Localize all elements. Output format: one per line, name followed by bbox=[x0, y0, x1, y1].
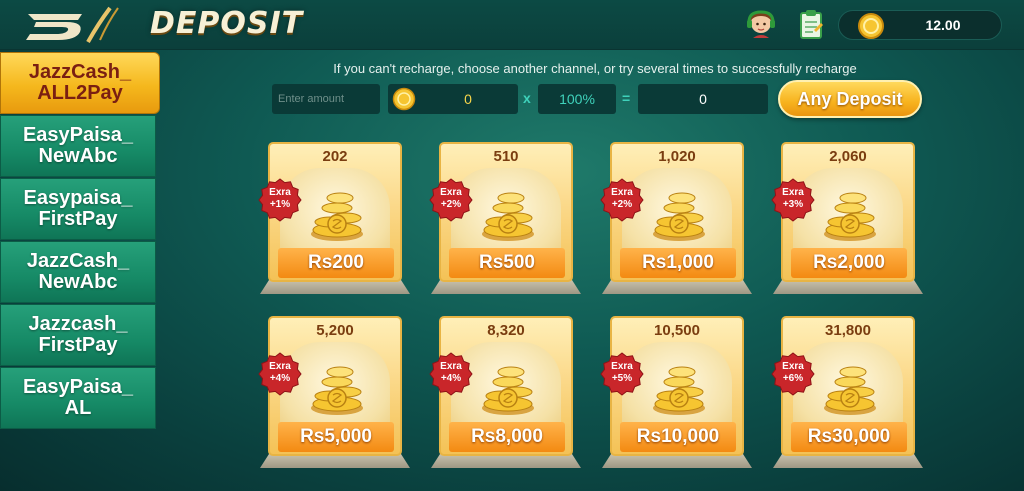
page-title: DEPOSIT bbox=[150, 6, 304, 41]
card-price-button[interactable]: Rs30,000 bbox=[791, 422, 907, 452]
card-coin-amount: 1,020 bbox=[658, 148, 696, 165]
card-pedestal bbox=[260, 280, 410, 294]
badge-extra-label: Exra bbox=[440, 361, 462, 372]
badge-extra-label: Exra bbox=[269, 187, 291, 198]
coin-pile-icon bbox=[482, 192, 534, 241]
deposit-card[interactable]: 10,500 Rs10,000 Exra +5% bbox=[600, 316, 752, 468]
card-pedestal bbox=[431, 280, 581, 294]
card-coin-amount: 202 bbox=[322, 148, 348, 165]
balance-amount: 12.00 bbox=[925, 17, 961, 33]
badge-bonus-percent: +4% bbox=[440, 373, 462, 384]
bonus-badge: Exra +5% bbox=[600, 361, 644, 385]
amount-input[interactable] bbox=[272, 84, 380, 114]
badge-bonus-percent: +1% bbox=[269, 199, 291, 210]
badge-bonus-percent: +6% bbox=[782, 373, 804, 384]
card-pedestal bbox=[773, 280, 923, 294]
badge-bonus-percent: +5% bbox=[611, 373, 633, 384]
badge-bonus-percent: +3% bbox=[782, 199, 804, 210]
card-coin-amount: 31,800 bbox=[825, 322, 871, 339]
multiply-sign: x bbox=[523, 90, 531, 106]
payment-channel-list: JazzCash_ ALL2Pay EasyPaisa_ NewAbc Easy… bbox=[0, 52, 160, 430]
sidebar-item-jazzcash-newabc[interactable]: JazzCash_ NewAbc bbox=[0, 241, 156, 303]
logo-icon[interactable] bbox=[22, 6, 142, 44]
bonus-badge: Exra +4% bbox=[429, 361, 473, 385]
card-coin-amount: 8,320 bbox=[487, 322, 525, 339]
card-pedestal bbox=[602, 280, 752, 294]
equals-sign: = bbox=[622, 90, 631, 106]
clipboard-icon[interactable] bbox=[795, 8, 827, 40]
card-price-button[interactable]: Rs500 bbox=[449, 248, 565, 278]
coin-value: 0 bbox=[464, 91, 472, 107]
bonus-badge: Exra +2% bbox=[429, 187, 473, 211]
deposit-card[interactable]: 202 Rs200 Exra +1% bbox=[258, 142, 410, 294]
card-coin-amount: 2,060 bbox=[829, 148, 867, 165]
coin-pile-icon bbox=[653, 192, 705, 241]
badge-extra-label: Exra bbox=[611, 361, 633, 372]
sidebar-item-easypaisa-firstpay[interactable]: Easypaisa_ FirstPay bbox=[0, 178, 156, 240]
deposit-card[interactable]: 1,020 Rs1,000 Exra +2% bbox=[600, 142, 752, 294]
coin-pile-icon bbox=[311, 192, 363, 241]
card-pedestal bbox=[773, 454, 923, 468]
total-value: 0 bbox=[638, 84, 768, 114]
sidebar-item-easypaisa-al[interactable]: EasyPaisa_ AL bbox=[0, 367, 156, 429]
deposit-card[interactable]: 8,320 Rs8,000 Exra +4% bbox=[429, 316, 581, 468]
card-coin-amount: 510 bbox=[493, 148, 519, 165]
card-coin-amount: 5,200 bbox=[316, 322, 354, 339]
card-coin-amount: 10,500 bbox=[654, 322, 700, 339]
deposit-card[interactable]: 510 Rs500 Exra +2% bbox=[429, 142, 581, 294]
bonus-percent: 100% bbox=[538, 84, 616, 114]
bonus-badge: Exra +6% bbox=[771, 361, 815, 385]
badge-bonus-percent: +2% bbox=[611, 199, 633, 210]
coin-pile-icon bbox=[653, 366, 705, 415]
badge-extra-label: Exra bbox=[611, 187, 633, 198]
recharge-hint: If you can't recharge, choose another ch… bbox=[333, 61, 857, 76]
deposit-card[interactable]: 5,200 Rs5,000 Exra +4% bbox=[258, 316, 410, 468]
sidebar-item-jazzcash-firstpay[interactable]: Jazzcash_ FirstPay bbox=[0, 304, 156, 366]
badge-extra-label: Exra bbox=[269, 361, 291, 372]
any-deposit-button[interactable]: Any Deposit bbox=[778, 80, 922, 118]
bonus-badge: Exra +3% bbox=[771, 187, 815, 211]
badge-bonus-percent: +4% bbox=[269, 373, 291, 384]
card-price-button[interactable]: Rs2,000 bbox=[791, 248, 907, 278]
sidebar-item-jazzcash-all2pay[interactable]: JazzCash_ ALL2Pay bbox=[0, 52, 160, 114]
badge-extra-label: Exra bbox=[440, 187, 462, 198]
bonus-badge: Exra +1% bbox=[258, 187, 302, 211]
card-price-button[interactable]: Rs8,000 bbox=[449, 422, 565, 452]
card-price-button[interactable]: Rs5,000 bbox=[278, 422, 394, 452]
deposit-card[interactable]: 31,800 Rs30,000 Exra +6% bbox=[771, 316, 923, 468]
coin-icon bbox=[392, 87, 416, 111]
coin-pile-icon bbox=[482, 366, 534, 415]
avatar-icon[interactable] bbox=[745, 8, 777, 40]
card-price-button[interactable]: Rs1,000 bbox=[620, 248, 736, 278]
bonus-badge: Exra +4% bbox=[258, 361, 302, 385]
card-pedestal bbox=[260, 454, 410, 468]
sidebar-item-easypaisa-newabc[interactable]: EasyPaisa_ NewAbc bbox=[0, 115, 156, 177]
header-bar: DEPOSIT 12.00 bbox=[0, 0, 1024, 50]
bonus-badge: Exra +2% bbox=[600, 187, 644, 211]
badge-bonus-percent: +2% bbox=[440, 199, 462, 210]
coin-pile-icon bbox=[824, 192, 876, 241]
badge-extra-label: Exra bbox=[782, 361, 804, 372]
card-price-button[interactable]: Rs200 bbox=[278, 248, 394, 278]
coin-pile-icon bbox=[311, 366, 363, 415]
deposit-card[interactable]: 2,060 Rs2,000 Exra +3% bbox=[771, 142, 923, 294]
card-pedestal bbox=[602, 454, 752, 468]
card-pedestal bbox=[431, 454, 581, 468]
coin-icon bbox=[858, 13, 884, 39]
coin-pile-icon bbox=[824, 366, 876, 415]
coin-value-display: 0 bbox=[388, 84, 518, 114]
badge-extra-label: Exra bbox=[782, 187, 804, 198]
balance-display: 12.00 bbox=[838, 10, 1002, 40]
card-price-button[interactable]: Rs10,000 bbox=[620, 422, 736, 452]
